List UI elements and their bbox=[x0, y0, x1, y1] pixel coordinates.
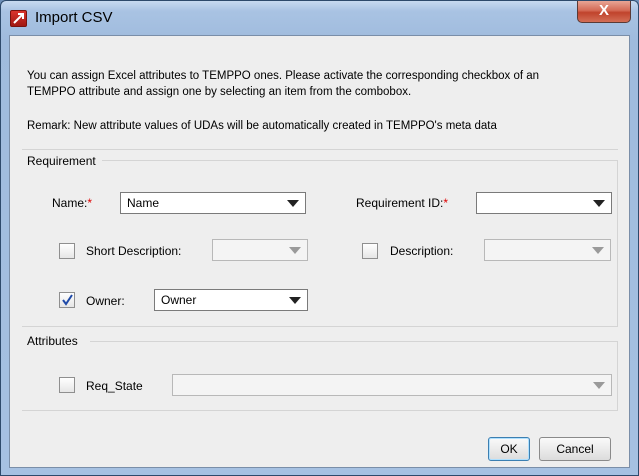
remark-text: Remark: New attribute values of UDAs wil… bbox=[27, 120, 497, 132]
name-combobox-value: Name bbox=[127, 196, 160, 210]
description-label: Description: bbox=[390, 244, 454, 258]
chevron-down-icon bbox=[593, 200, 605, 207]
description-combobox[interactable] bbox=[484, 239, 611, 261]
cancel-button[interactable]: Cancel bbox=[539, 437, 611, 461]
short-description-combobox[interactable] bbox=[212, 239, 308, 261]
requirement-id-label: Requirement ID:* bbox=[356, 196, 449, 210]
chevron-down-icon bbox=[593, 382, 605, 389]
description-checkbox[interactable] bbox=[362, 243, 378, 259]
owner-combobox-value: Owner bbox=[161, 293, 197, 307]
requirement-id-combobox[interactable] bbox=[476, 192, 612, 214]
owner-label: Owner: bbox=[86, 294, 125, 308]
req-state-label: Req_State bbox=[86, 379, 143, 393]
chevron-down-icon bbox=[289, 297, 301, 304]
name-combobox[interactable]: Name bbox=[120, 192, 306, 214]
chevron-down-icon bbox=[287, 200, 299, 207]
close-button[interactable]: X bbox=[577, 1, 631, 23]
chevron-down-icon bbox=[289, 247, 301, 254]
ok-button[interactable]: OK bbox=[488, 437, 530, 461]
intro-line-1: You can assign Excel attributes to TEMPP… bbox=[27, 70, 540, 82]
intro-line-2: TEMPPO attribute and assign one by selec… bbox=[27, 86, 412, 98]
req-state-checkbox[interactable] bbox=[59, 377, 75, 393]
owner-combobox[interactable]: Owner bbox=[154, 289, 308, 311]
import-csv-window: Import CSV X You can assign Excel attrib… bbox=[0, 0, 639, 476]
requirement-divider bbox=[22, 149, 618, 150]
window-title: Import CSV bbox=[35, 9, 113, 26]
dialog-body: You can assign Excel attributes to TEMPP… bbox=[9, 35, 630, 468]
owner-checkbox[interactable] bbox=[59, 292, 75, 308]
checkmark-icon bbox=[62, 294, 73, 306]
intro-text: You can assign Excel attributes to TEMPP… bbox=[27, 68, 607, 100]
app-icon bbox=[10, 10, 27, 27]
req-state-combobox[interactable] bbox=[172, 374, 612, 396]
title-bar[interactable]: Import CSV X bbox=[1, 1, 638, 35]
name-label: Name:* bbox=[52, 196, 93, 210]
short-description-checkbox[interactable] bbox=[59, 243, 75, 259]
short-description-label: Short Description: bbox=[86, 244, 182, 258]
chevron-down-icon bbox=[592, 247, 604, 254]
